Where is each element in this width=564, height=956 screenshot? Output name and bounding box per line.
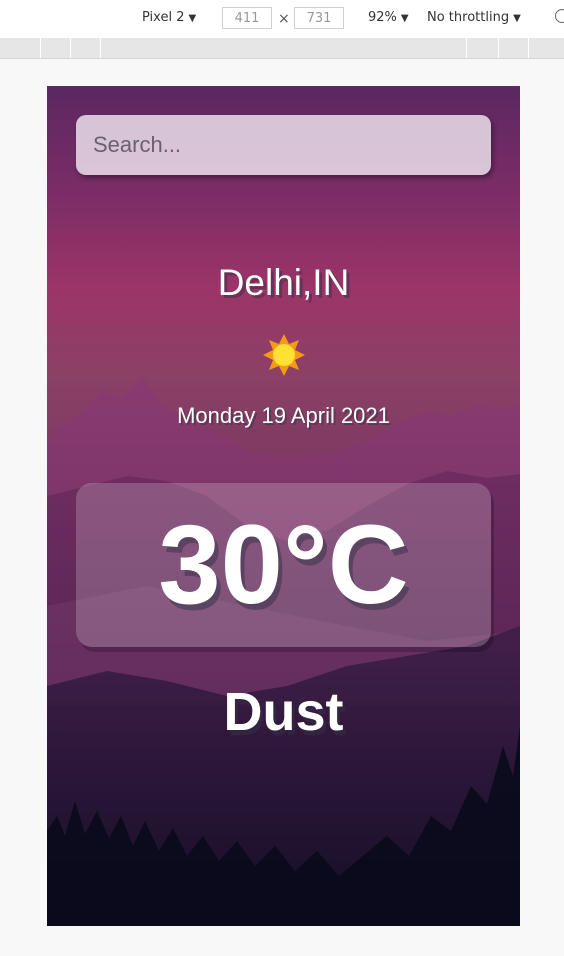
zoom-label: 92%: [368, 10, 397, 25]
rotate-icon[interactable]: [555, 9, 564, 23]
zoom-select[interactable]: 92% ▼: [368, 10, 409, 25]
chevron-down-icon: ▼: [513, 13, 521, 24]
chevron-down-icon: ▼: [400, 13, 409, 24]
location-label: Delhi,IN: [217, 262, 350, 303]
weather-app: Search... Delhi,IN Monday 19 April 2021 …: [47, 86, 520, 926]
sun-icon: [263, 334, 305, 376]
ruler-tick: [40, 38, 41, 58]
times-icon: ×: [278, 11, 290, 27]
ruler-tick: [498, 38, 499, 58]
media-query-bar[interactable]: [0, 38, 564, 59]
ruler-tick: [70, 38, 71, 58]
devtools-toolbar: Pixel 2 ▼ 411 × 731 92% ▼ No throttling ▼: [0, 0, 564, 39]
ruler-tick: [466, 38, 467, 58]
search-input[interactable]: Search...: [76, 115, 491, 175]
weather-condition: Dust: [223, 682, 344, 742]
ruler-tick: [528, 38, 529, 58]
throttling-label: No throttling: [427, 10, 510, 25]
width-input[interactable]: 411: [222, 7, 272, 29]
device-label: Pixel 2: [142, 10, 185, 25]
device-select[interactable]: Pixel 2 ▼: [142, 10, 196, 25]
chevron-down-icon: ▼: [188, 13, 197, 24]
height-input[interactable]: 731: [294, 7, 344, 29]
search-placeholder: Search...: [93, 132, 182, 157]
temperature-value: 30°C: [158, 502, 409, 627]
ruler-tick: [100, 38, 101, 58]
temperature-card: 30°C: [76, 483, 491, 647]
throttling-select[interactable]: No throttling ▼: [427, 10, 521, 25]
date-label: Monday 19 April 2021: [177, 403, 390, 428]
